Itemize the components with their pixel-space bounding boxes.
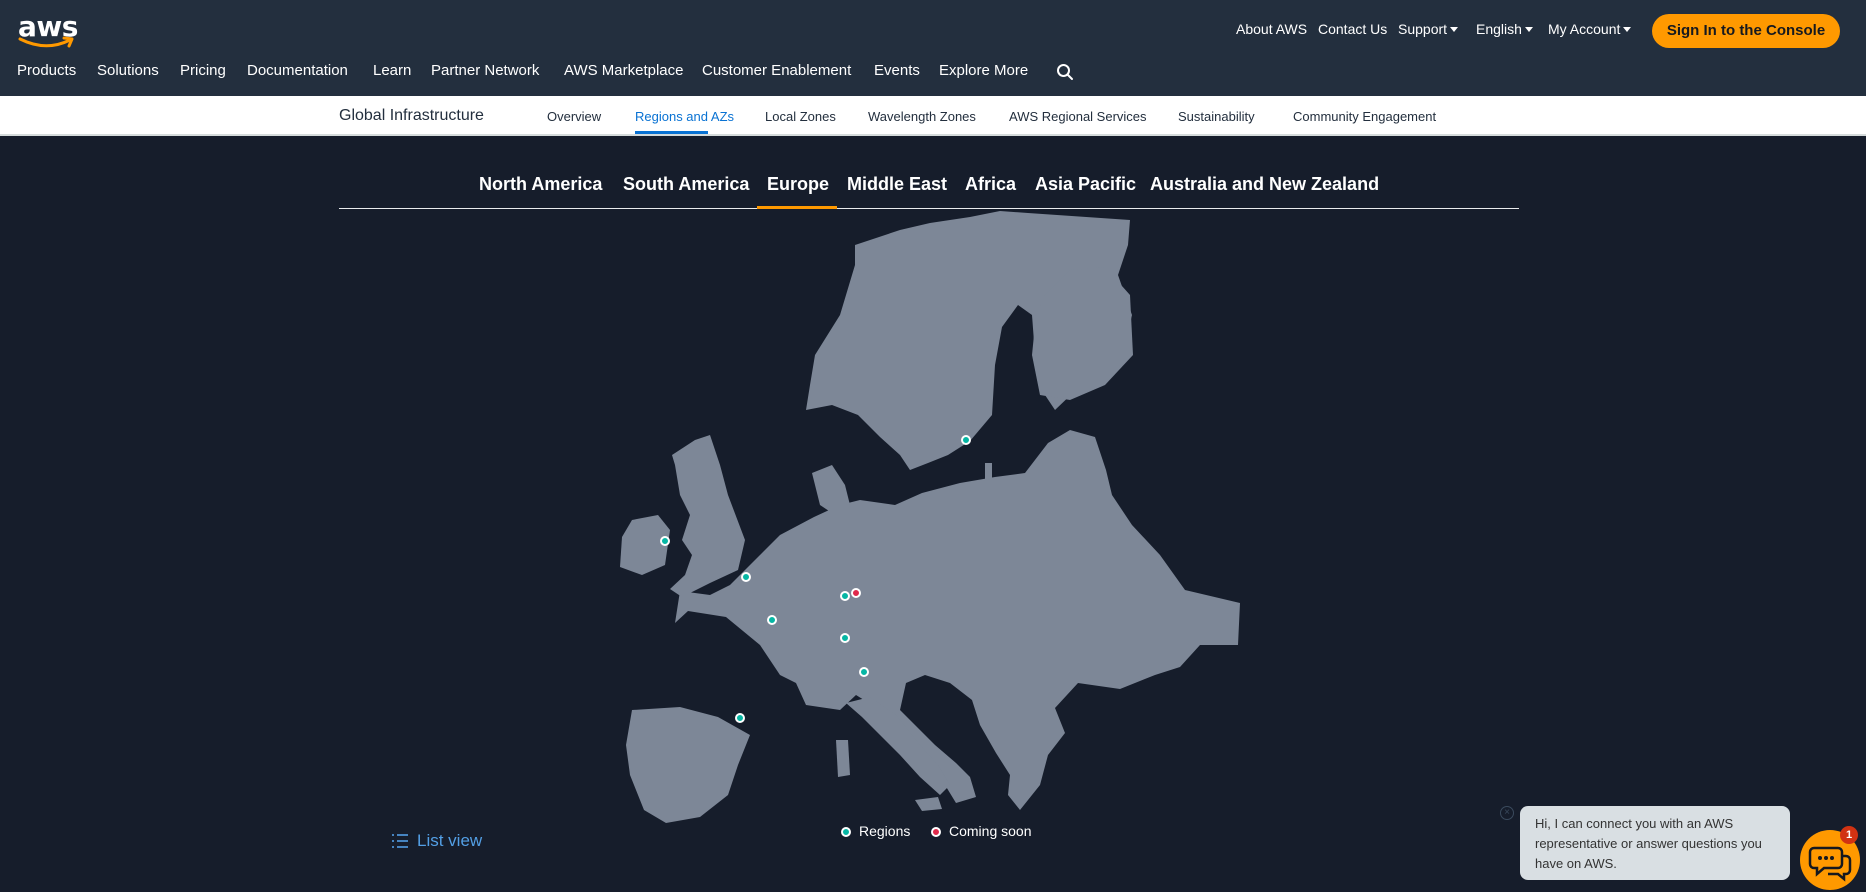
tab-middle-east[interactable]: Middle East: [847, 174, 947, 195]
subnav-local-zones[interactable]: Local Zones: [765, 109, 836, 124]
top-header: aws About AWS Contact Us Support English…: [0, 0, 1866, 96]
subnav-aws-regional-services[interactable]: AWS Regional Services: [1009, 109, 1147, 124]
sicily-shape: [915, 797, 942, 811]
nav-events[interactable]: Events: [874, 62, 920, 79]
tab-south-america[interactable]: South America: [623, 174, 749, 195]
denmark-shape: [812, 465, 850, 515]
nav-partner-network[interactable]: Partner Network: [431, 62, 539, 79]
subnav-overview[interactable]: Overview: [547, 109, 601, 124]
subnav-regions-and-azs[interactable]: Regions and AZs: [635, 109, 734, 124]
subnav-active-indicator: [635, 131, 708, 134]
tab-asia-pacific[interactable]: Asia Pacific: [1035, 174, 1136, 195]
nav-products[interactable]: Products: [17, 62, 76, 79]
coming-soon-marker[interactable]: [851, 588, 861, 598]
nav-learn[interactable]: Learn: [373, 62, 411, 79]
region-marker-zurich[interactable]: [840, 633, 850, 643]
my-account-menu[interactable]: My Account: [1548, 21, 1632, 39]
region-marker-paris[interactable]: [767, 615, 777, 625]
aws-logo[interactable]: aws: [18, 10, 78, 52]
tab-europe[interactable]: Europe: [767, 174, 829, 195]
tab-australia-and-new-zealand[interactable]: Australia and New Zealand: [1150, 174, 1379, 195]
nav-documentation[interactable]: Documentation: [247, 62, 348, 79]
chat-notification-badge: 1: [1840, 826, 1858, 844]
region-marker-ireland[interactable]: [660, 536, 670, 546]
chat-message-bubble[interactable]: Hi, I can connect you with an AWS repres…: [1520, 806, 1790, 880]
legend-regions-label: Regions: [859, 823, 911, 839]
nav-aws-marketplace[interactable]: AWS Marketplace: [564, 62, 683, 79]
legend-regions: Regions: [841, 823, 910, 839]
coming-soon-legend-dot: [931, 827, 941, 837]
great-britain-shape: [670, 435, 745, 597]
contact-us-link[interactable]: Contact Us: [1318, 21, 1387, 37]
support-menu[interactable]: Support: [1398, 21, 1459, 39]
iberia-shape: [626, 707, 750, 823]
region-marker-frankfurt[interactable]: [840, 591, 850, 601]
smile-arrow-icon: [18, 36, 74, 48]
subnav-community-engagement[interactable]: Community Engagement: [1293, 109, 1436, 124]
search-icon[interactable]: [1056, 63, 1074, 81]
about-aws-link[interactable]: About AWS: [1236, 21, 1307, 37]
sardinia-shape: [836, 740, 850, 777]
region-marker-spain[interactable]: [735, 713, 745, 723]
nav-customer-enablement[interactable]: Customer Enablement: [702, 62, 851, 79]
chevron-down-icon: [1450, 27, 1459, 33]
region-marker-stockholm[interactable]: [961, 435, 971, 445]
continent-shape: [675, 430, 1240, 810]
europe-map: [600, 205, 1260, 825]
nav-pricing[interactable]: Pricing: [180, 62, 226, 79]
sign-in-button[interactable]: Sign In to the Console: [1652, 14, 1840, 48]
global-infrastructure-subnav: Global Infrastructure Overview Regions a…: [0, 96, 1866, 136]
subnav-wavelength-zones[interactable]: Wavelength Zones: [868, 109, 976, 124]
europe-map-shape: [620, 211, 1240, 823]
region-marker-london[interactable]: [741, 572, 751, 582]
legend-coming-soon: Coming soon: [931, 823, 1032, 839]
language-menu[interactable]: English: [1476, 21, 1533, 39]
legend-coming-soon-label: Coming soon: [949, 823, 1032, 839]
subnav-sustainability[interactable]: Sustainability: [1178, 109, 1255, 124]
gotland-shape: [985, 463, 992, 480]
chevron-down-icon: [1623, 27, 1632, 33]
tab-north-america[interactable]: North America: [479, 174, 602, 195]
chat-close-button[interactable]: ×: [1500, 806, 1514, 820]
support-label: Support: [1398, 21, 1448, 37]
regions-legend-dot: [841, 827, 851, 837]
nav-explore-more[interactable]: Explore More: [939, 62, 1028, 79]
language-label: English: [1476, 21, 1522, 37]
list-icon: [392, 834, 408, 848]
subnav-title[interactable]: Global Infrastructure: [339, 107, 484, 125]
my-account-label: My Account: [1548, 21, 1621, 37]
list-view-label: List view: [417, 831, 483, 850]
list-view-link[interactable]: List view: [391, 831, 482, 851]
nav-solutions[interactable]: Solutions: [97, 62, 159, 79]
region-marker-milan[interactable]: [859, 667, 869, 677]
tab-africa[interactable]: Africa: [965, 174, 1016, 195]
chevron-down-icon: [1524, 27, 1533, 33]
